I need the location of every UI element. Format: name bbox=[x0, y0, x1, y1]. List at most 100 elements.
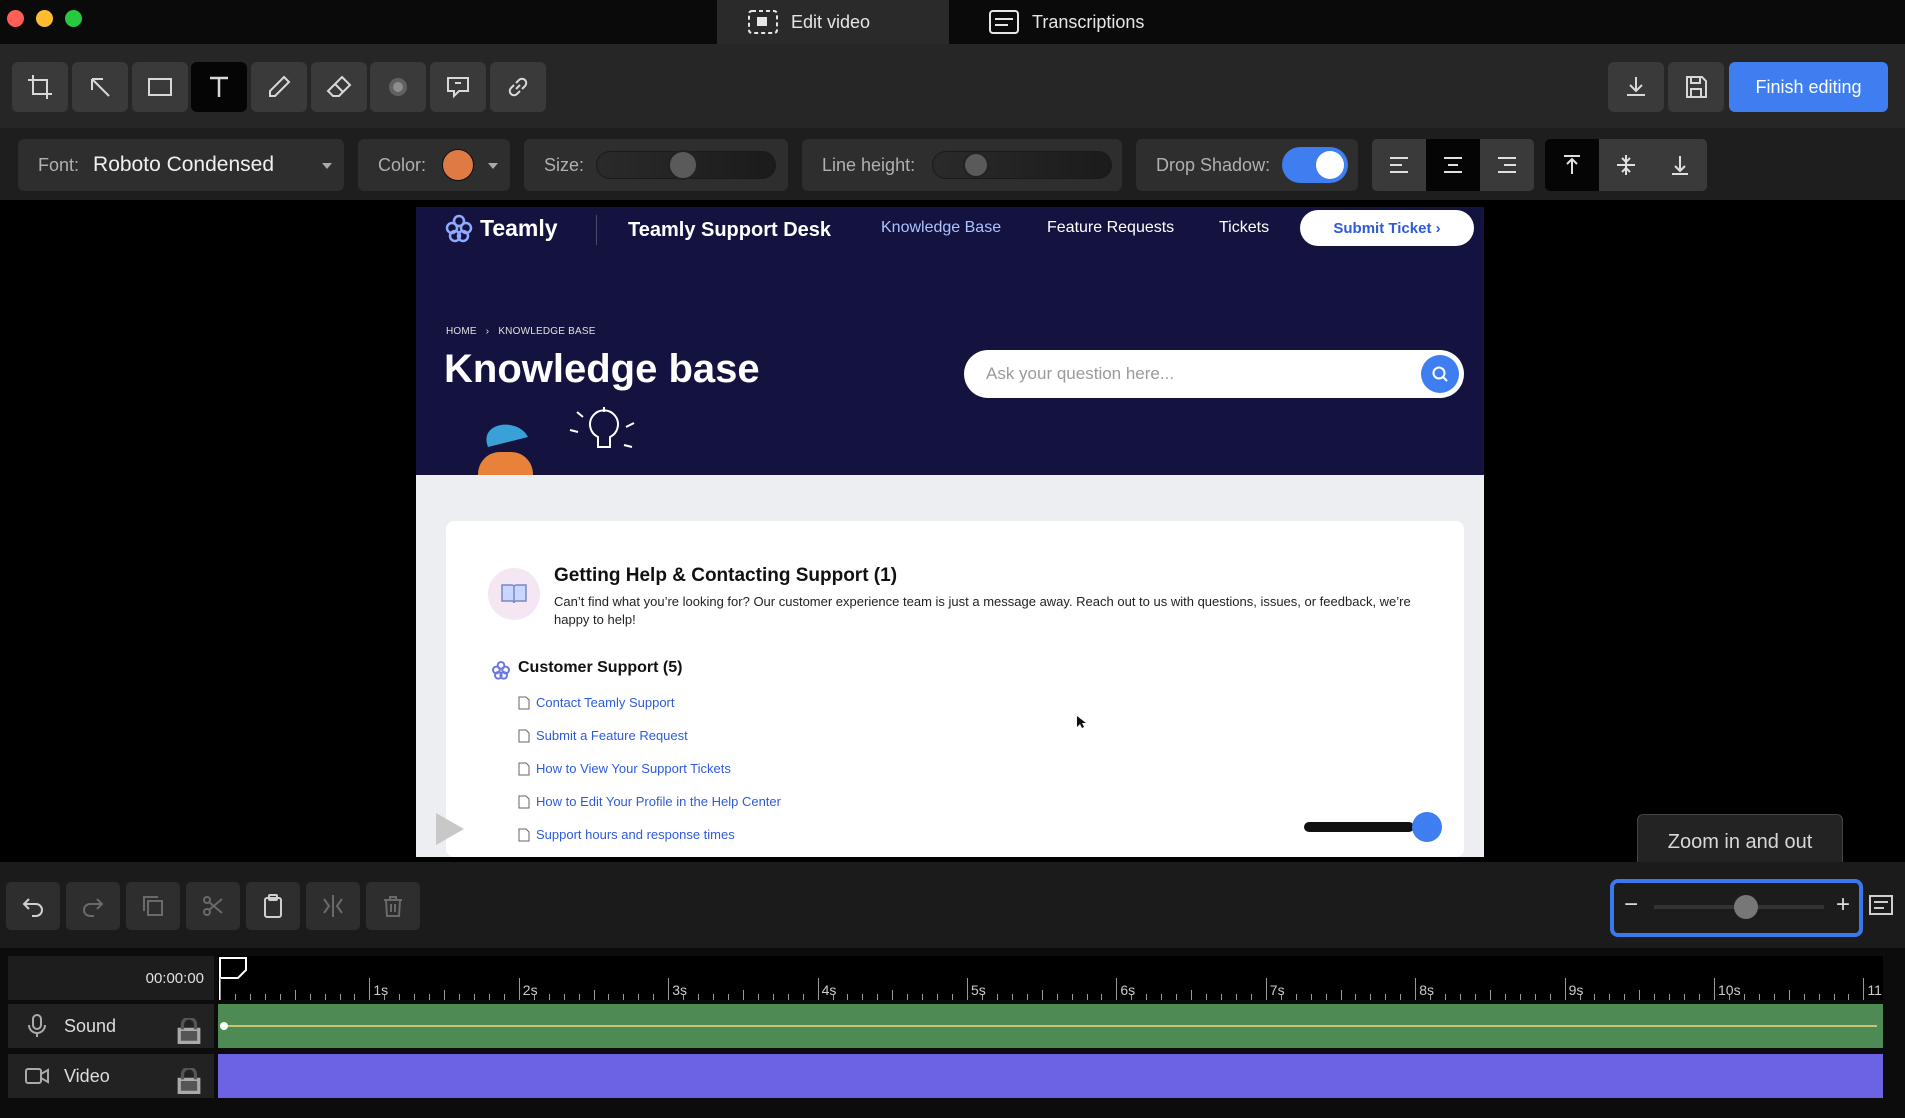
copy-icon bbox=[143, 896, 163, 916]
sound-clip[interactable] bbox=[218, 1004, 1883, 1048]
blur-tool-button[interactable] bbox=[370, 62, 426, 112]
pen-tool-button[interactable] bbox=[251, 62, 307, 112]
play-icon[interactable] bbox=[436, 813, 464, 845]
link-tool-button[interactable] bbox=[490, 62, 546, 112]
drop-shadow-control: Drop Shadow: bbox=[1136, 139, 1358, 191]
save-button[interactable] bbox=[1668, 62, 1724, 112]
tab-edit-video-label: Edit video bbox=[791, 11, 871, 32]
color-picker[interactable]: Color: bbox=[358, 139, 510, 191]
teamly-logo[interactable]: Teamly bbox=[444, 213, 558, 243]
track-sound[interactable]: Sound bbox=[8, 1004, 214, 1048]
breadcrumb-home[interactable]: HOME bbox=[446, 326, 477, 337]
ruler-label: 5s bbox=[971, 982, 986, 998]
article-link[interactable]: How to Edit Your Profile in the Help Cen… bbox=[518, 794, 781, 809]
cut-button[interactable] bbox=[186, 882, 240, 930]
eraser-icon bbox=[326, 75, 352, 97]
finish-editing-button[interactable]: Finish editing bbox=[1729, 62, 1888, 112]
zoom-in-button[interactable]: + bbox=[1836, 891, 1850, 919]
preview-volume-slider[interactable] bbox=[1304, 822, 1414, 832]
delete-button[interactable] bbox=[366, 882, 420, 930]
transcript-icon bbox=[989, 10, 1019, 34]
lock-icon[interactable] bbox=[176, 1018, 202, 1044]
ruler-tick bbox=[503, 994, 505, 1000]
ruler-tick bbox=[1654, 994, 1656, 1000]
align-left-button[interactable] bbox=[1372, 139, 1426, 191]
tab-transcriptions[interactable]: Transcriptions bbox=[958, 0, 1198, 44]
redo-button[interactable] bbox=[66, 882, 120, 930]
search-button[interactable] bbox=[1421, 355, 1459, 393]
align-center-button[interactable] bbox=[1426, 139, 1480, 191]
pen-icon bbox=[269, 75, 291, 97]
tab-edit-video[interactable]: Edit video bbox=[717, 0, 949, 44]
ruler-tick bbox=[1863, 978, 1865, 1000]
split-icon bbox=[323, 895, 343, 917]
nav-knowledge-base[interactable]: Knowledge Base bbox=[881, 219, 1001, 237]
drop-shadow-toggle[interactable] bbox=[1282, 147, 1348, 183]
align-right-button[interactable] bbox=[1480, 139, 1534, 191]
nav-feature-requests[interactable]: Feature Requests bbox=[1047, 219, 1174, 237]
undo-button[interactable] bbox=[6, 882, 60, 930]
arrow-tool-button[interactable] bbox=[72, 62, 128, 112]
section-getting-help-title[interactable]: Getting Help & Contacting Support (1) bbox=[554, 565, 897, 587]
preview-volume-handle[interactable] bbox=[1412, 812, 1442, 842]
kb-search-input[interactable] bbox=[986, 362, 1386, 386]
ruler-label: 8s bbox=[1419, 982, 1434, 998]
submit-ticket-button[interactable]: Submit Ticket › bbox=[1300, 210, 1474, 246]
article-link[interactable]: Contact Teamly Support bbox=[518, 695, 675, 710]
line-height-slider-handle[interactable] bbox=[962, 152, 989, 178]
line-height-slider[interactable] bbox=[932, 151, 1112, 179]
ruler-tick bbox=[668, 978, 670, 1000]
playhead-icon[interactable] bbox=[218, 956, 248, 1000]
ruler-tick bbox=[578, 994, 580, 1000]
ruler-tick bbox=[1460, 994, 1462, 1000]
video-preview[interactable]: Teamly Teamly Support Desk Knowledge Bas… bbox=[416, 207, 1484, 857]
audio-keyframe[interactable] bbox=[220, 1022, 228, 1030]
zoom-control: − + bbox=[1610, 879, 1863, 937]
nav-tickets[interactable]: Tickets bbox=[1219, 219, 1269, 237]
section-customer-support-title[interactable]: Customer Support (5) bbox=[518, 659, 682, 677]
ruler-tick bbox=[1609, 994, 1611, 1000]
close-window-button[interactable] bbox=[7, 10, 24, 27]
ruler-tick bbox=[1265, 978, 1267, 1000]
ruler-tick bbox=[309, 994, 311, 1000]
color-swatch[interactable] bbox=[442, 149, 475, 181]
ruler-tick bbox=[429, 994, 431, 1000]
ruler-tick bbox=[488, 994, 490, 1000]
align-bottom-button[interactable] bbox=[1653, 139, 1707, 191]
ruler-tick bbox=[922, 994, 924, 1000]
split-button[interactable] bbox=[306, 882, 360, 930]
text-tool-button[interactable] bbox=[191, 62, 247, 112]
ruler-tick bbox=[220, 978, 221, 1000]
font-select[interactable]: Font: Roboto Condensed bbox=[18, 139, 344, 191]
size-control: Size: bbox=[524, 139, 788, 191]
duplicate-button[interactable] bbox=[126, 882, 180, 930]
timeline-ruler[interactable]: 1s 2s 3s 4s 5s 6s 7s 8s 9s 10s 11 bbox=[218, 956, 1883, 1000]
rectangle-tool-button[interactable] bbox=[132, 62, 188, 112]
align-top-icon bbox=[1564, 155, 1580, 174]
minimize-window-button[interactable] bbox=[36, 10, 53, 27]
ruler-tick bbox=[817, 978, 819, 1000]
align-middle-button[interactable] bbox=[1599, 139, 1653, 191]
track-video[interactable]: Video bbox=[8, 1054, 214, 1098]
align-center-icon bbox=[1444, 157, 1462, 173]
video-clip[interactable] bbox=[218, 1054, 1883, 1098]
align-top-button[interactable] bbox=[1545, 139, 1599, 191]
ruler-tick bbox=[1684, 994, 1686, 1000]
fit-timeline-icon[interactable] bbox=[1868, 892, 1894, 918]
zoom-window-button[interactable] bbox=[65, 10, 82, 27]
paste-button[interactable] bbox=[246, 882, 300, 930]
lock-icon[interactable] bbox=[176, 1068, 202, 1094]
size-slider-handle[interactable] bbox=[668, 150, 698, 180]
callout-tool-button[interactable] bbox=[430, 62, 486, 112]
article-link[interactable]: Submit a Feature Request bbox=[518, 728, 688, 743]
article-link[interactable]: Support hours and response times bbox=[518, 827, 735, 842]
ruler-tick bbox=[727, 994, 729, 1000]
ruler-tick bbox=[1235, 994, 1237, 1000]
eraser-tool-button[interactable] bbox=[311, 62, 367, 112]
crop-tool-button[interactable] bbox=[12, 62, 68, 112]
zoom-out-button[interactable]: − bbox=[1624, 891, 1638, 919]
zoom-slider-handle[interactable] bbox=[1734, 895, 1759, 919]
download-button[interactable] bbox=[1608, 62, 1664, 112]
article-link[interactable]: How to View Your Support Tickets bbox=[518, 761, 731, 776]
ruler-tick bbox=[1071, 994, 1073, 1000]
